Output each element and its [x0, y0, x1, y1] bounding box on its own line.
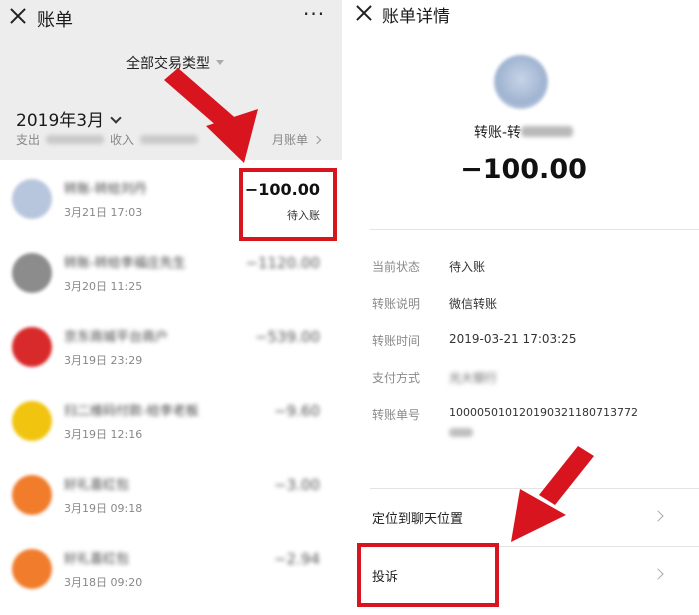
expense-value-blurred — [46, 135, 105, 144]
transaction-time: 3月21日 17:03 — [64, 206, 143, 219]
complain-highlight-box — [357, 543, 499, 607]
detail-value: 光大银行 — [449, 371, 498, 385]
transaction-row[interactable]: 转账-转给李福庄先生 3月20日 11:25 −1120.00 — [0, 240, 342, 314]
transaction-amount: −3.00 — [274, 476, 320, 494]
chevron-down-icon — [110, 112, 122, 124]
avatar — [494, 55, 548, 109]
transaction-time: 3月19日 09:18 — [64, 502, 143, 515]
transaction-amount: −9.60 — [274, 402, 320, 420]
close-icon[interactable] — [8, 6, 28, 26]
income-value-blurred — [140, 135, 199, 144]
month-label: 2019年3月 — [16, 111, 105, 131]
locate-chat-button[interactable]: 定位到聊天位置 — [348, 490, 699, 546]
locate-chat-label: 定位到聊天位置 — [372, 512, 464, 527]
transaction-title: 京东商城平台商户 — [64, 330, 169, 345]
divider — [370, 488, 699, 489]
serial-continuation-blurred — [449, 428, 473, 437]
transaction-time: 3月19日 23:29 — [64, 354, 143, 367]
page-title: 账单详情 — [382, 7, 450, 27]
transaction-amount: −2.94 — [274, 550, 320, 568]
detail-label: 转账单号 — [372, 408, 421, 422]
monthly-bill-label: 月账单 — [272, 133, 309, 147]
detail-label: 转账时间 — [372, 334, 421, 348]
detail-label: 当前状态 — [372, 260, 421, 274]
month-selector[interactable]: 2019年3月 — [16, 106, 122, 131]
income-label: 收入 — [110, 133, 135, 147]
transaction-time: 3月19日 12:16 — [64, 428, 143, 441]
transaction-time: 3月18日 09:20 — [64, 576, 143, 589]
close-icon[interactable] — [354, 3, 374, 23]
monthly-bill-link[interactable]: 月账单 — [272, 131, 322, 148]
chevron-right-icon — [652, 510, 664, 522]
avatar — [12, 253, 52, 293]
chevron-right-icon — [652, 568, 664, 580]
month-summary: 支出 收入 — [16, 131, 204, 148]
avatar — [12, 475, 52, 515]
payee-name-prefix: 转账-转 — [473, 125, 522, 141]
detail-value: 待入账 — [449, 260, 486, 274]
transaction-row[interactable]: 好礼喜红包 3月19日 09:18 −3.00 — [0, 462, 342, 536]
transaction-row[interactable]: 扫二维码付款-给李老板 3月19日 12:16 −9.60 — [0, 388, 342, 462]
payee-name-blurred — [521, 126, 574, 137]
transaction-title: 转账-转给李福庄先生 — [64, 256, 186, 271]
transaction-title: 扫二维码付款-给李老板 — [64, 404, 199, 419]
transaction-row[interactable]: 好礼喜红包 3月18日 09:20 −2.94 — [0, 536, 342, 610]
detail-value: 2019-03-21 17:03:25 — [449, 332, 577, 346]
transaction-title: 好礼喜红包 — [64, 552, 130, 567]
topbar: 账单详情 — [348, 0, 699, 30]
avatar — [12, 327, 52, 367]
bill-list-header: 账单 ··· 全部交易类型 2019年3月 支出 收入 月账单 — [0, 0, 342, 160]
transaction-row[interactable]: 京东商城平台商户 3月19日 23:29 −539.00 — [0, 314, 342, 388]
page-title: 账单 — [37, 10, 73, 31]
topbar: 账单 ··· — [0, 0, 342, 38]
avatar — [12, 549, 52, 589]
filter-label: 全部交易类型 — [126, 56, 210, 72]
chevron-right-icon — [312, 135, 322, 145]
bill-list-screen: 账单 ··· 全部交易类型 2019年3月 支出 收入 月账单 转账-转给刘丹 3… — [0, 0, 342, 615]
amount-highlight-box — [239, 168, 337, 241]
payee-name: 转账-转 — [348, 122, 699, 142]
detail-label: 转账说明 — [372, 297, 421, 311]
transaction-amount: −1120.00 — [245, 254, 320, 272]
transaction-type-filter[interactable]: 全部交易类型 — [126, 53, 224, 73]
transaction-title: 转账-转给刘丹 — [64, 182, 147, 197]
detail-value: 100005010120190321180713772 — [449, 406, 638, 419]
detail-label: 支付方式 — [372, 371, 421, 385]
divider — [370, 229, 699, 230]
bill-detail-screen: 账单详情 转账-转 −100.00 当前状态 待入账 转账说明 微信转账 转账时… — [348, 0, 699, 615]
avatar — [12, 179, 52, 219]
caret-down-icon — [216, 60, 224, 65]
detail-amount: −100.00 — [460, 154, 587, 185]
more-options-button[interactable]: ··· — [303, 4, 325, 24]
transaction-amount: −539.00 — [254, 328, 320, 346]
transaction-title: 好礼喜红包 — [64, 478, 130, 493]
avatar — [12, 401, 52, 441]
transaction-time: 3月20日 11:25 — [64, 280, 143, 293]
detail-value: 微信转账 — [449, 297, 498, 311]
expense-label: 支出 — [16, 133, 41, 147]
